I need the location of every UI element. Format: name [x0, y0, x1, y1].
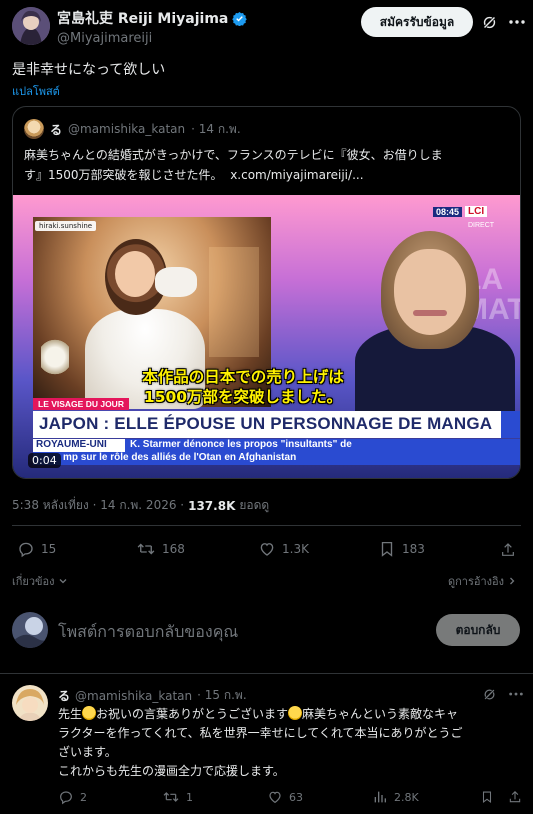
quoted-author-name[interactable]: る	[50, 121, 62, 138]
reply-author-avatar[interactable]	[12, 685, 48, 721]
quoted-link[interactable]: x.com/miyajimareiji/...	[230, 168, 363, 182]
view-quotes-link[interactable]: ดูการอ้างอิง	[448, 572, 517, 590]
ticker-country: ROYAUME-UNI	[33, 439, 125, 452]
views-label: ยอดดู	[239, 498, 270, 512]
share-icon[interactable]	[505, 788, 525, 806]
reply-submit-button[interactable]: ตอบกลับ	[436, 614, 520, 646]
chevron-right-icon	[507, 576, 517, 586]
share-icon[interactable]	[497, 540, 519, 560]
video-duration: 0:04	[28, 453, 61, 468]
bookmark-icon	[378, 540, 396, 558]
source-tag: hiraki.sunshine	[35, 221, 97, 231]
segment-label: LE VISAGE DU JOUR	[33, 398, 129, 410]
reply-date[interactable]: · 15 ก.พ.	[197, 686, 247, 705]
reply-icon	[17, 540, 35, 558]
divider	[0, 673, 533, 674]
repost-action[interactable]: 168	[136, 540, 185, 558]
reply-composer-input[interactable]: โพสต์การตอบกลับของคุณ	[58, 620, 238, 645]
author-name[interactable]: 宮島礼吏 Reiji Miyajima	[57, 8, 228, 28]
channel-logo: LCI	[465, 206, 488, 217]
bookmark-action[interactable]: 183	[378, 540, 425, 558]
reply-like-action[interactable]: 63	[267, 789, 303, 805]
like-action[interactable]: 1.3K	[258, 540, 309, 558]
grok-icon[interactable]	[478, 685, 500, 703]
my-avatar[interactable]	[12, 612, 48, 648]
video-subtitle: 本作品の日本での売り上げは 1500万部を突破しました。	[142, 368, 344, 406]
live-label: DIRECT	[468, 222, 495, 229]
chevron-down-icon	[58, 576, 68, 586]
author-handle[interactable]: @Miyajimareiji	[57, 31, 247, 46]
reply-text: 先生 お祝いの言葉ありがとうございます 麻美ちゃんという素敵なキャ ラクターを作って…	[58, 706, 463, 778]
repost-icon	[136, 540, 156, 558]
reply-repost-action[interactable]: 1	[162, 789, 193, 805]
video-player[interactable]: LA MAT hiraki.sunshine 08:45 LCI DIRECT …	[13, 195, 520, 478]
repost-icon	[162, 789, 180, 805]
bookmark-icon[interactable]	[477, 788, 497, 806]
smile-emoji-icon	[288, 706, 303, 720]
quoted-text: 麻美ちゃんとの結婚式がきっかけで、フランスのテレビに『彼女、お借りしま す』15…	[24, 148, 443, 182]
subscribe-button[interactable]: สมัครรับข้อมูล	[361, 7, 473, 37]
more-options-icon[interactable]	[506, 11, 528, 33]
quoted-author-avatar[interactable]	[24, 119, 44, 139]
quoted-author-handle[interactable]: @mamishika_katan	[68, 122, 185, 136]
smile-emoji-icon	[82, 706, 97, 720]
ticker-line-1: K. Starmer dénonce les propos "insultant…	[125, 439, 520, 452]
ticker-line-2: mp sur le rôle des alliés de l'Otan en A…	[33, 452, 520, 465]
heart-icon	[258, 540, 276, 558]
reply-icon	[58, 789, 74, 805]
reply-reply-action[interactable]: 2	[58, 789, 87, 805]
author-avatar[interactable]	[12, 7, 50, 45]
quoted-date[interactable]: · 14 ก.พ.	[191, 120, 241, 139]
post-text: 是非幸せになって欲しい	[12, 62, 166, 78]
post-timestamp[interactable]: 5:38 หลังเที่ยง · 14 ก.พ. 2026 ·	[12, 496, 184, 515]
quoted-post[interactable]: る @mamishika_katan · 14 ก.พ. 麻美ちゃんとの結婚式が…	[12, 106, 521, 479]
views-count: 137.8K	[188, 498, 236, 513]
sort-relevant-dropdown[interactable]: เกี่ยวข้อง	[12, 572, 68, 590]
heart-icon	[267, 789, 283, 805]
headline-banner: JAPON : ELLE ÉPOUSE UN PERSONNAGE DE MAN…	[33, 411, 501, 438]
analytics-icon	[372, 789, 388, 805]
more-options-icon[interactable]	[505, 685, 527, 703]
reply-author-handle[interactable]: @mamishika_katan	[75, 689, 192, 703]
divider	[12, 525, 521, 526]
verified-badge-icon	[232, 11, 248, 26]
reply-action[interactable]: 15	[17, 540, 56, 558]
translate-post-link[interactable]: แปลโพสต์	[12, 82, 60, 100]
reply-views-action[interactable]: 2.8K	[372, 789, 419, 805]
post-meta: 5:38 หลังเที่ยง · 14 ก.พ. 2026 · 137.8K …	[12, 496, 269, 515]
reply-author-name[interactable]: る	[58, 687, 70, 704]
broadcast-clock: 08:45	[433, 206, 463, 217]
grok-icon[interactable]	[478, 11, 500, 33]
